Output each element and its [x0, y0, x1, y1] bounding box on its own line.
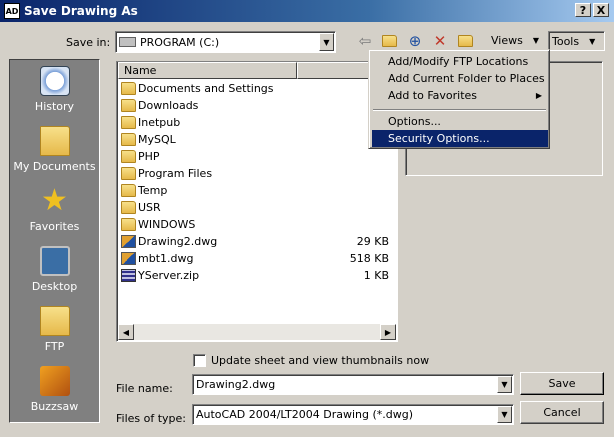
dwg-file-icon	[121, 252, 136, 265]
file-type-value: AutoCAD 2004/LT2004 Drawing (*.dwg)	[196, 408, 414, 421]
tools-label: Tools	[552, 34, 580, 48]
buzzsaw-icon	[39, 366, 70, 396]
list-item[interactable]: mbt1.dwg 518 KB	[121, 250, 391, 267]
place-favorites[interactable]: ★ Favorites	[10, 182, 99, 240]
favorites-icon: ★	[41, 183, 68, 218]
file-name-chevron-icon[interactable]: ▼	[497, 376, 512, 393]
search-web-icon[interactable]: ⊕	[405, 31, 425, 51]
tools-chevron-icon: ▼	[589, 36, 596, 46]
desktop-icon	[39, 246, 70, 276]
help-button[interactable]: ?	[575, 3, 591, 17]
file-list[interactable]: Name Documents and Settings Downloads In…	[116, 61, 398, 342]
window-title: Save Drawing As	[24, 4, 138, 18]
place-buzzsaw[interactable]: Buzzsaw	[10, 362, 99, 420]
app-icon: AD	[4, 3, 20, 19]
folder-icon	[121, 167, 136, 180]
folder-icon	[121, 99, 136, 112]
my-documents-icon	[39, 126, 70, 156]
list-item[interactable]: YServer.zip 1 KB	[121, 267, 391, 284]
dwg-file-icon	[121, 235, 136, 248]
chevron-down-icon[interactable]: ▼	[319, 33, 334, 51]
file-name-value: Drawing2.dwg	[196, 378, 276, 391]
new-folder-icon[interactable]	[455, 31, 475, 51]
thumbnail-checkbox-row[interactable]: Update sheet and view thumbnails now	[193, 354, 429, 367]
menu-item-add-to-favorites[interactable]: Add to Favorites ▶	[372, 87, 548, 104]
folder-icon	[121, 133, 136, 146]
place-ftp[interactable]: FTP	[10, 302, 99, 360]
file-type-chevron-icon[interactable]: ▼	[497, 406, 512, 423]
save-in-value: PROGRAM (C:)	[140, 35, 220, 49]
back-icon[interactable]: ⇦	[355, 31, 375, 51]
column-header-name[interactable]: Name	[118, 62, 297, 79]
file-type-dropdown[interactable]: AutoCAD 2004/LT2004 Drawing (*.dwg) ▼	[192, 404, 514, 425]
place-desktop[interactable]: Desktop	[10, 242, 99, 300]
file-name-label: File name:	[116, 382, 173, 395]
close-button[interactable]: X	[593, 3, 609, 17]
save-button[interactable]: Save	[520, 372, 604, 395]
folder-icon	[121, 150, 136, 163]
tools-menu: Add/Modify FTP Locations Add Current Fol…	[368, 49, 550, 149]
horizontal-scrollbar[interactable]: ◀ ▶	[118, 324, 396, 340]
list-item[interactable]: WINDOWS	[121, 216, 391, 233]
delete-icon[interactable]: ✕	[430, 31, 450, 51]
thumbnail-checkbox-label: Update sheet and view thumbnails now	[211, 354, 430, 367]
up-folder-icon[interactable]	[379, 31, 399, 51]
list-item[interactable]: Drawing2.dwg 29 KB	[121, 233, 391, 250]
save-in-label: Save in:	[66, 36, 111, 49]
drive-icon	[119, 37, 136, 47]
list-item[interactable]: PHP	[121, 148, 391, 165]
list-item[interactable]: MySQL	[121, 131, 391, 148]
place-my-documents[interactable]: My Documents	[10, 122, 99, 180]
list-item[interactable]: USR	[121, 199, 391, 216]
list-item[interactable]: Documents and Settings	[121, 80, 391, 97]
views-button[interactable]: Views ▼	[491, 34, 539, 47]
folder-icon	[121, 82, 136, 95]
save-in-dropdown[interactable]: PROGRAM (C:) ▼	[115, 31, 336, 53]
scroll-right-icon[interactable]: ▶	[380, 324, 396, 340]
places-bar: History My Documents ★ Favorites Desktop…	[9, 59, 100, 423]
ftp-icon	[39, 306, 70, 336]
thumbnail-checkbox[interactable]	[193, 354, 206, 367]
file-type-label: Files of type:	[116, 412, 187, 425]
zip-file-icon	[121, 269, 136, 282]
menu-item-add-folder-to-places[interactable]: Add Current Folder to Places	[372, 70, 548, 87]
folder-icon	[121, 201, 136, 214]
scroll-left-icon[interactable]: ◀	[118, 324, 134, 340]
list-item[interactable]: Downloads	[121, 97, 391, 114]
file-name-input[interactable]: Drawing2.dwg ▼	[192, 374, 514, 395]
place-history[interactable]: History	[10, 62, 99, 120]
menu-separator	[373, 109, 546, 111]
menu-item-ftp-locations[interactable]: Add/Modify FTP Locations	[372, 53, 548, 70]
views-label: Views	[491, 34, 523, 47]
views-chevron-icon: ▼	[532, 36, 539, 45]
menu-item-options[interactable]: Options...	[372, 113, 548, 130]
title-bar: AD Save Drawing As ? X	[0, 0, 614, 22]
folder-icon	[121, 184, 136, 197]
list-item[interactable]: Inetpub	[121, 114, 391, 131]
folder-icon	[121, 218, 136, 231]
folder-icon	[121, 116, 136, 129]
cancel-button[interactable]: Cancel	[520, 401, 604, 424]
menu-item-security-options[interactable]: Security Options...	[372, 130, 548, 147]
list-item[interactable]: Temp	[121, 182, 391, 199]
tools-button[interactable]: Tools ▼	[548, 31, 605, 51]
submenu-arrow-icon: ▶	[535, 91, 542, 100]
history-icon	[39, 66, 70, 96]
list-item[interactable]: Program Files	[121, 165, 391, 182]
